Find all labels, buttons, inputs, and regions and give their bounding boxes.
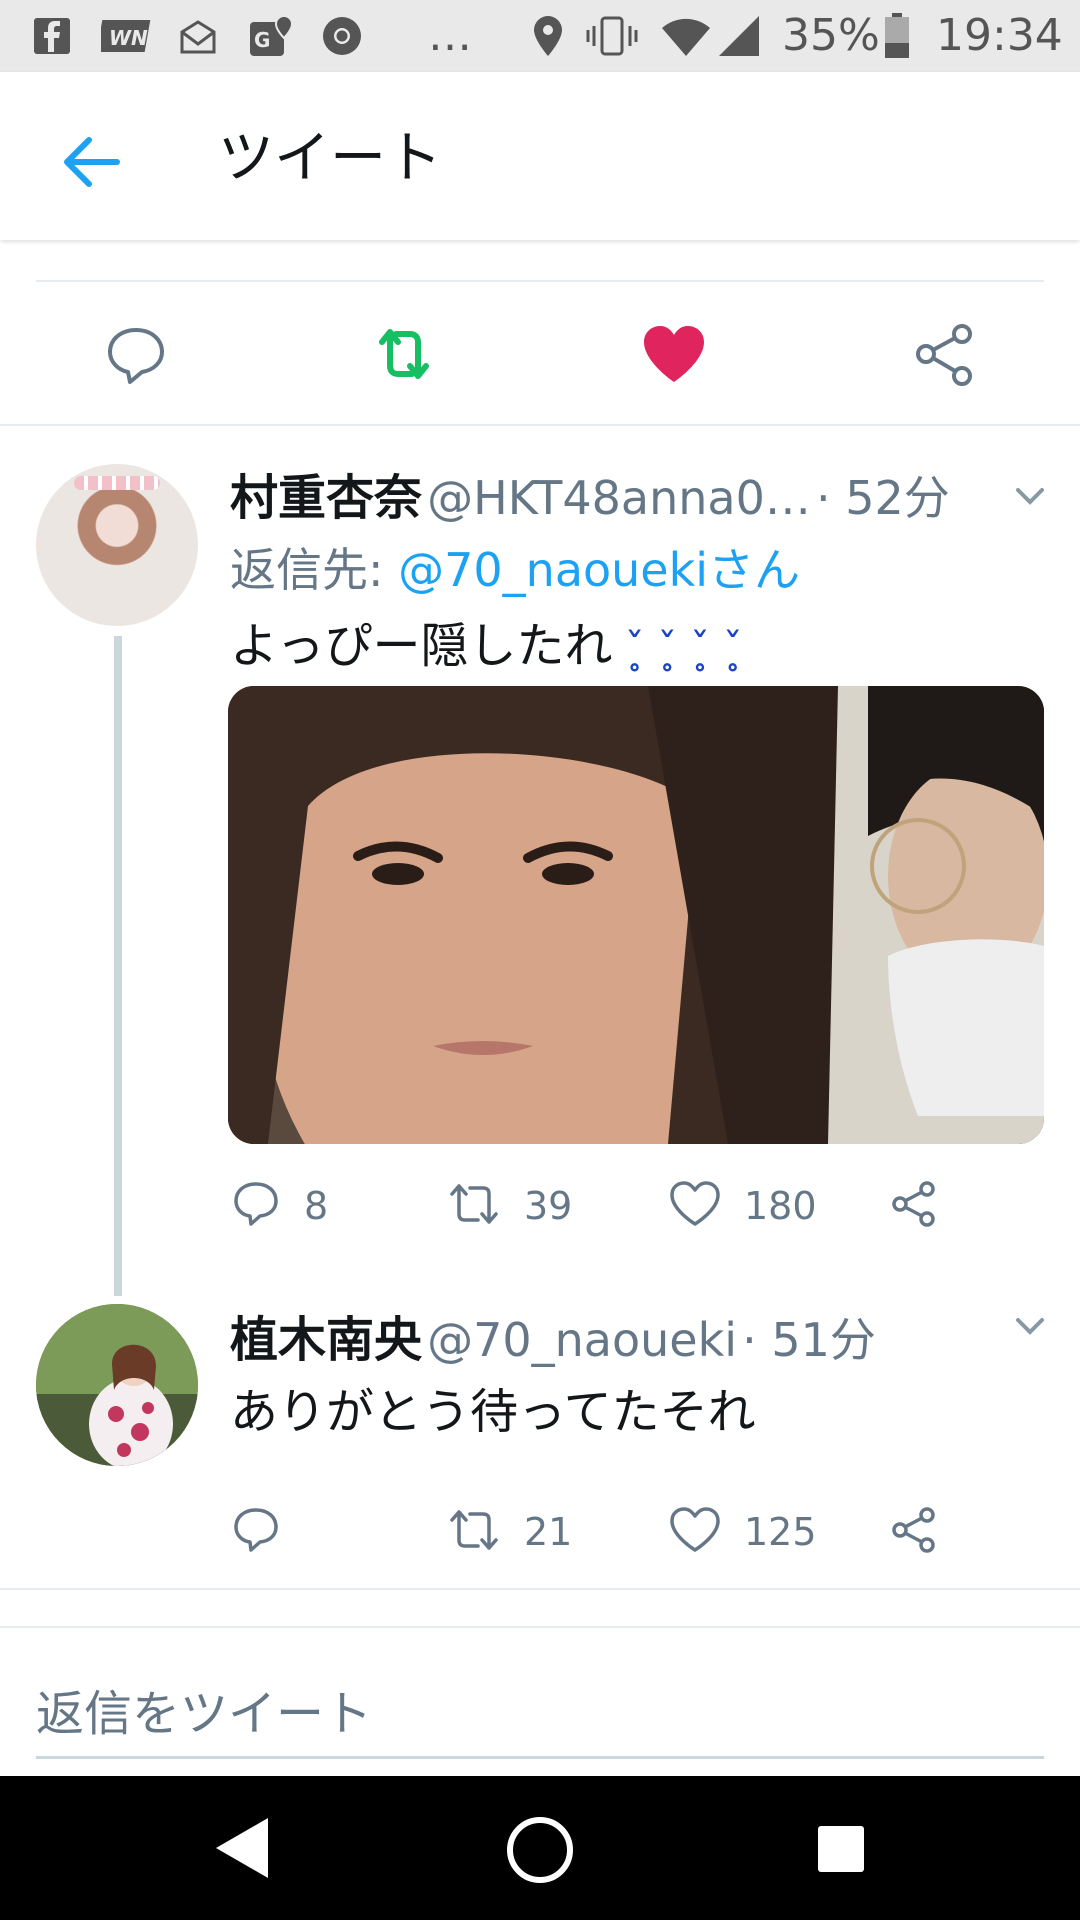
reply-to-line: 返信先: @70_naouekiさん — [230, 534, 800, 600]
battery-percent: 35% — [782, 10, 880, 61]
chevron-down-icon[interactable] — [1010, 476, 1050, 516]
reply-count: 8 — [304, 1184, 329, 1228]
signal-icon — [716, 14, 762, 58]
like-count: 180 — [744, 1184, 817, 1228]
location-icon — [528, 14, 568, 58]
tweet-text-content: よっぴー隠したれ — [230, 618, 613, 674]
avatar[interactable] — [36, 464, 198, 626]
thread-line — [114, 636, 122, 1296]
reply-icon[interactable] — [230, 1504, 282, 1556]
retweet-icon[interactable] — [368, 318, 440, 390]
reply-icon[interactable] — [100, 318, 172, 390]
gmaps-icon: G — [246, 14, 296, 58]
chrome-icon — [318, 14, 366, 58]
display-name[interactable]: 植木南央 — [230, 1312, 422, 1368]
wifi-icon — [658, 14, 714, 58]
back-arrow-icon[interactable] — [48, 122, 134, 202]
divider — [36, 280, 1044, 282]
like-count: 125 — [744, 1510, 817, 1554]
more-icon: … — [428, 10, 472, 61]
svg-text:G: G — [254, 28, 270, 52]
vibrate-icon — [584, 14, 640, 58]
svg-text:WN: WN — [109, 26, 148, 50]
reply-to-label: 返信先: — [230, 543, 384, 597]
divider — [0, 424, 1080, 426]
battery-icon — [882, 13, 912, 58]
tweet-header: 村重杏奈 @HKT48anna0… · 52分 — [230, 458, 950, 528]
share-icon[interactable] — [888, 1504, 940, 1556]
retweet-count: 21 — [524, 1510, 573, 1554]
retweet-icon[interactable] — [446, 1178, 502, 1230]
tweet-header: 植木南央 @70_naoueki · 51分 — [230, 1300, 876, 1370]
wn-icon: WN — [100, 14, 154, 58]
retweet-icon[interactable] — [446, 1504, 502, 1556]
clock: 19:34 — [936, 10, 1063, 61]
tweet-photo[interactable] — [228, 686, 1044, 1144]
status-bar: WN G … 35% 19:34 — [0, 0, 1080, 72]
compose-underline — [36, 1756, 1044, 1759]
share-icon[interactable] — [908, 318, 980, 390]
reply-compose-input[interactable]: 返信をツイート — [36, 1674, 372, 1744]
mail-icon — [176, 14, 220, 58]
nav-recents-icon[interactable] — [818, 1826, 864, 1872]
reply-icon[interactable] — [230, 1178, 282, 1230]
nav-back-icon[interactable] — [212, 1814, 272, 1882]
like-icon[interactable] — [668, 1178, 722, 1230]
like-icon[interactable] — [668, 1504, 722, 1556]
display-name[interactable]: 村重杏奈 — [230, 470, 422, 526]
timestamp[interactable]: · 52分 — [816, 471, 950, 525]
tweet-text: ありがとう待ってたそれ — [230, 1384, 756, 1440]
chevron-down-icon[interactable] — [1010, 1306, 1050, 1346]
share-icon[interactable] — [888, 1178, 940, 1230]
avatar[interactable] — [36, 1304, 198, 1466]
retweet-count: 39 — [524, 1184, 573, 1228]
divider — [0, 1626, 1080, 1628]
page-title: ツイート — [218, 126, 442, 191]
reply-to-mention[interactable]: @70_naouekiさん — [398, 543, 800, 597]
like-heart-icon[interactable] — [638, 318, 710, 390]
app-bar — [0, 72, 1080, 240]
user-handle[interactable]: @70_naoueki — [427, 1313, 737, 1367]
divider — [0, 1588, 1080, 1590]
nav-home-icon[interactable] — [504, 1814, 576, 1886]
timestamp[interactable]: · 51分 — [742, 1313, 876, 1367]
tear-emoji: ˇ̥ ˇ̥ ˇ̥ ˇ̥ — [624, 626, 743, 672]
tweet-text: よっぴー隠したれ ˇ̥ ˇ̥ ˇ̥ ˇ̥ — [230, 606, 743, 676]
user-handle[interactable]: @HKT48anna0… — [427, 471, 811, 525]
facebook-icon — [30, 14, 74, 58]
